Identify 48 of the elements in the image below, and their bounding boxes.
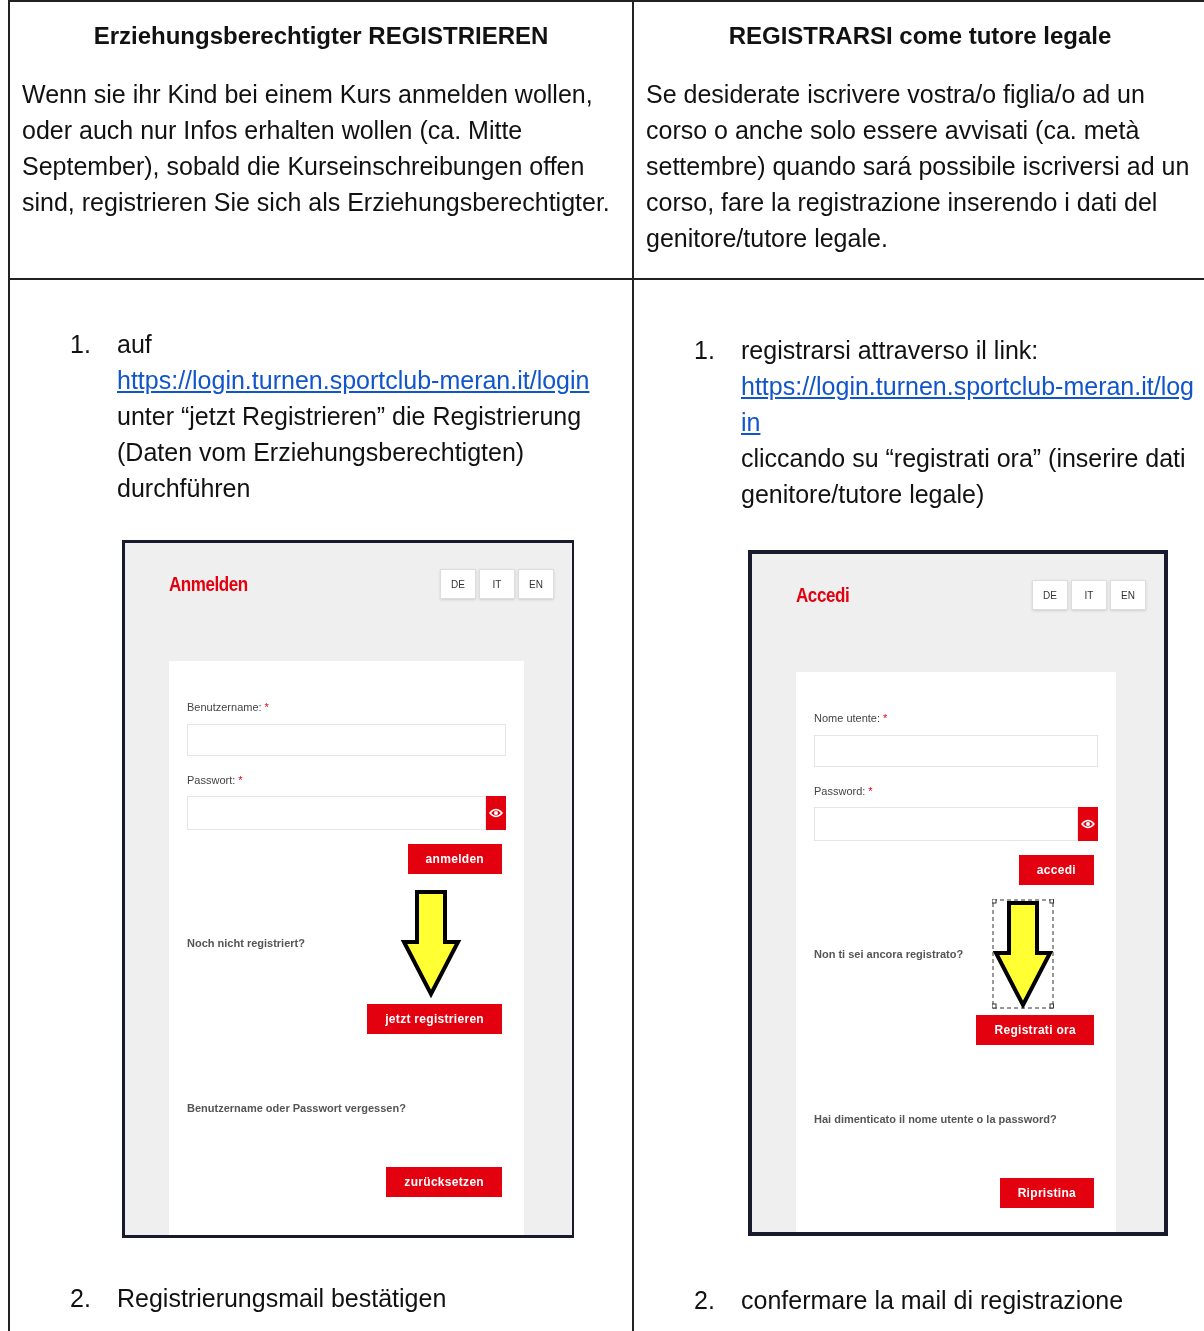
field-label: Password:	[814, 783, 866, 799]
reset-button[interactable]: zurücksetzen	[386, 1166, 502, 1197]
language-button[interactable]: EN	[518, 569, 554, 599]
list-number: 2.	[70, 1283, 92, 1314]
eye-icon	[1081, 819, 1095, 829]
language-button[interactable]: IT	[1071, 580, 1107, 610]
step-text: Registrierungsmail bestätigen	[117, 1283, 447, 1314]
register-prompt: Non ti sei ancora registrato?	[814, 946, 964, 962]
column-heading: Erziehungsberechtigter REGISTRIEREN	[92, 21, 550, 51]
step-text: registrarsi attraverso il link: https://login.turnen.sportclub-meran.it/login cliccando su “registrati ora” (inserire dati genitore/tutore legale)	[741, 332, 1198, 550]
required-mark: *	[238, 772, 243, 788]
username-field[interactable]	[814, 734, 1098, 767]
username-field[interactable]	[187, 723, 506, 756]
intro-paragraph: Wenn sie ihr Kind bei einem Kurs anmelden wollen, oder auch nur Infos erhalten wollen (ca. Mitte September), sobald die Kurseinschreibungen offen sind, registrieren Sie sich als Erziehungsberechtigter.	[22, 79, 611, 218]
register-prompt: Noch nicht registriert?	[187, 935, 305, 951]
forgot-prompt: Hai dimenticato il nome utente o la password?	[814, 1113, 1057, 1125]
password-field[interactable]	[187, 796, 486, 830]
password-field[interactable]	[814, 807, 1078, 841]
language-button[interactable]: DE	[440, 569, 476, 599]
eye-icon	[489, 808, 503, 818]
register-button[interactable]: jetzt registrieren	[367, 1004, 502, 1034]
show-password-button[interactable]	[486, 796, 506, 830]
field-label: Benutzername:	[187, 700, 262, 715]
required-mark: *	[883, 711, 888, 726]
language-button[interactable]: IT	[479, 569, 515, 599]
list-number: 2.	[694, 1285, 716, 1316]
page-title: Anmelden	[169, 572, 248, 597]
required-mark: *	[868, 783, 873, 799]
page-title: Accedi	[796, 583, 850, 608]
field-label: Nome utente:	[814, 711, 881, 726]
list-number: 1.	[70, 329, 92, 360]
list-number: 1.	[694, 335, 716, 366]
intro-paragraph: Se desiderate iscrivere vostra/o figlia/o ad un corso o anche solo essere avvisati (ca. metà settembre) quando sará possibile iscriversi ad un corso, fare la registrazione inserendo i dati del genitore/tutore legale.	[646, 79, 1191, 254]
login-link[interactable]: https://login.turnen.sportclub-meran.it/login	[117, 362, 624, 398]
reset-button[interactable]: Ripristina	[999, 1177, 1094, 1208]
field-label: Passwort:	[187, 772, 236, 788]
step-text: confermare la mail di registrazione	[741, 1285, 1124, 1316]
login-link[interactable]: https://login.turnen.sportclub-meran.it/login	[741, 368, 1198, 440]
column-heading: REGISTRARSI come tutore legale	[727, 21, 1113, 51]
forgot-prompt: Benutzername oder Passwort vergessen?	[187, 1102, 406, 1114]
show-password-button[interactable]	[1078, 807, 1098, 841]
register-button[interactable]: Registrati ora	[976, 1015, 1094, 1045]
login-button[interactable]: accedi	[1018, 855, 1094, 885]
language-button[interactable]: DE	[1032, 580, 1068, 610]
language-button[interactable]: EN	[1110, 580, 1146, 610]
login-button[interactable]: anmelden	[407, 844, 502, 874]
required-mark: *	[264, 700, 269, 715]
step-text: auf https://login.turnen.sportclub-meran.it/login unter “jetzt Registrieren” die Registrierung (Daten vom Erziehungsberechtigten) durchführen	[117, 326, 624, 540]
